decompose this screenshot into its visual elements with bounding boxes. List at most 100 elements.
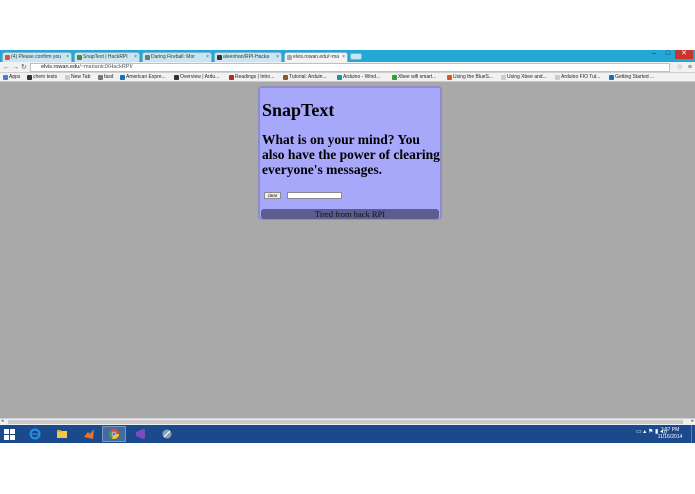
bookmark-item[interactable]: Using Xbee and... [500, 73, 547, 82]
page-icon [501, 75, 506, 80]
forward-icon[interactable]: → [12, 63, 19, 72]
bookmark-item[interactable]: Tutorial: Arduin... [282, 73, 327, 82]
message-item: Tired from hack RPI [261, 209, 439, 219]
bookmark-item[interactable]: fasd [97, 73, 113, 82]
bookmark-label: fasd [104, 74, 114, 80]
bookmark-item[interactable]: Overview | Ardu... [173, 73, 219, 82]
tab-label: SnapText | HackRPI [83, 54, 128, 60]
arduino-icon [337, 75, 342, 80]
tab-favicon-icon [145, 55, 150, 60]
bookmark-label: Using Xbee and... [507, 74, 547, 80]
taskbar-clock[interactable]: 1:37 PM 11/16/2014 [655, 427, 685, 441]
bookmark-icon [609, 75, 614, 80]
tab-favicon-icon [217, 55, 222, 60]
tab-4-active[interactable]: elvis.rowan.edu/~ma × [284, 52, 348, 62]
browser-window: (4) Please confirm you × SnapText | Hack… [0, 50, 695, 443]
bookmark-item[interactable]: New Tab [64, 73, 90, 82]
window-close-icon[interactable]: ✕ [675, 50, 693, 59]
windows-start-icon[interactable] [4, 429, 15, 440]
url-host: elvis.rowan.edu [41, 64, 80, 70]
scroll-left-icon[interactable]: ◂ [1, 418, 4, 424]
bookmark-item[interactable]: Readings | Intro... [228, 73, 274, 82]
visual-studio-icon[interactable] [128, 426, 152, 442]
bookmark-item[interactable]: Apps [2, 73, 20, 82]
clock-date: 11/16/2014 [657, 434, 683, 440]
bookmark-icon [27, 75, 32, 80]
tab-favicon-icon [5, 55, 10, 60]
bookmark-icon [229, 75, 234, 80]
bookmark-label: New Tab [71, 74, 91, 80]
bookmark-item[interactable]: Getting Started ... [608, 73, 654, 82]
address-toolbar: ← → ↻ elvis.rowan.edu/~marianic0/HackRPI… [0, 62, 695, 73]
window-controls: – □ ✕ [647, 50, 693, 60]
close-icon[interactable]: × [66, 53, 69, 62]
tab-strip: (4) Please confirm you × SnapText | Hack… [0, 50, 695, 62]
github-icon [174, 75, 179, 80]
address-bar[interactable]: elvis.rowan.edu/~marianic0/HackRPI/ [30, 63, 670, 72]
clock-time: 1:37 PM [660, 427, 680, 433]
close-icon[interactable]: × [206, 53, 209, 62]
bookmarks-bar: Apps chem tests New Tab fasd American Ex… [0, 73, 695, 82]
horizontal-scrollbar[interactable]: ◂ ▸ [0, 418, 695, 425]
reload-icon[interactable]: ↻ [21, 63, 27, 72]
file-explorer-icon[interactable] [50, 426, 74, 442]
snaptext-card: SnapText What is on your mind? You also … [258, 86, 442, 220]
bookmark-item[interactable]: Arduino FIO Tut... [554, 73, 600, 82]
tab-label: Daring Fireball: Mor [151, 54, 195, 60]
tab-3[interactable]: aleenhan/RPI-Hacka × [214, 52, 282, 62]
bookmark-label: Tutorial: Arduin... [289, 74, 327, 80]
page-subtitle: What is on your mind? You also have the … [262, 132, 440, 177]
minimize-icon[interactable]: – [647, 50, 661, 59]
tab-label: elvis.rowan.edu/~ma [293, 54, 339, 60]
bookmark-label: American Expre... [126, 74, 166, 80]
tab-label: aleenhan/RPI-Hacka [223, 54, 270, 60]
bookmark-star-icon[interactable]: ☆ [677, 63, 683, 72]
close-icon[interactable]: × [342, 53, 345, 62]
matlab-icon[interactable] [77, 426, 101, 442]
tab-label: (4) Please confirm you [11, 54, 62, 60]
bookmark-item[interactable]: Using the BlueS... [446, 73, 493, 82]
desktop-screen: (4) Please confirm you × SnapText | Hack… [0, 0, 695, 494]
bookmark-label: Arduino - Wind... [343, 74, 381, 80]
internet-explorer-icon[interactable] [23, 426, 47, 442]
clear-button[interactable]: clear [264, 192, 281, 199]
show-desktop-button[interactable] [691, 425, 695, 443]
tab-0[interactable]: (4) Please confirm you × [2, 52, 72, 62]
bookmark-item[interactable]: Arduino - Wind... [336, 73, 380, 82]
menu-icon[interactable]: ≡ [688, 63, 692, 72]
bookmark-label: Getting Started ... [615, 74, 655, 80]
close-icon[interactable]: × [276, 53, 279, 62]
tab-favicon-icon [287, 55, 292, 60]
bookmark-item[interactable]: American Expre... [119, 73, 166, 82]
tab-1[interactable]: SnapText | HackRPI × [74, 52, 140, 62]
bookmark-label: Overview | Ardu... [180, 74, 220, 80]
windows-taskbar: ▭ ▴ ⚑ ▮ ◂)) 1:37 PM 11/16/2014 [0, 425, 695, 443]
page-icon [65, 75, 70, 80]
bookmark-item[interactable]: Xbee wifi smart... [391, 73, 436, 82]
bookmark-label: Arduino FIO Tut... [561, 74, 601, 80]
bookmark-label: Apps [9, 74, 21, 80]
new-tab-button[interactable] [350, 53, 362, 60]
bookmark-icon [120, 75, 125, 80]
scroll-right-icon[interactable]: ▸ [691, 418, 694, 424]
bookmark-item[interactable]: chem tests [26, 73, 57, 82]
message-input[interactable] [287, 192, 342, 199]
page-icon [555, 75, 560, 80]
bookmark-label: Xbee wifi smart... [398, 74, 437, 80]
bookmark-label: Using the BlueS... [453, 74, 494, 80]
tab-2[interactable]: Daring Fireball: Mor × [142, 52, 212, 62]
close-icon[interactable]: × [134, 53, 137, 62]
bookmark-label: chem tests [33, 74, 58, 80]
bookmark-icon [447, 75, 452, 80]
back-icon[interactable]: ← [3, 63, 10, 72]
apps-icon [3, 75, 8, 80]
tab-favicon-icon [77, 55, 82, 60]
bookmark-icon [98, 75, 103, 80]
app-icon[interactable] [155, 426, 179, 442]
maximize-icon[interactable]: □ [661, 50, 675, 59]
chrome-icon[interactable] [102, 426, 126, 442]
bookmark-icon [283, 75, 288, 80]
scrollbar-thumb[interactable] [8, 420, 683, 424]
page-title: SnapText [262, 100, 335, 120]
bookmark-icon [392, 75, 397, 80]
